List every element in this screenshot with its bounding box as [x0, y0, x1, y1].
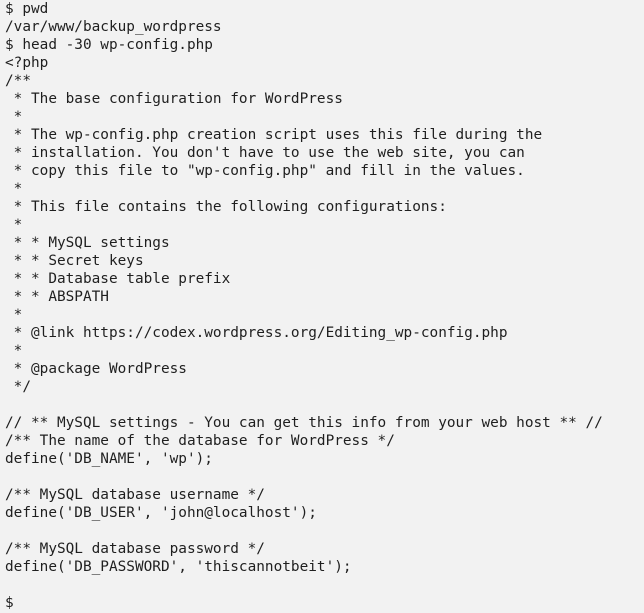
terminal-line: * — [5, 343, 23, 359]
terminal-line: * copy this file to "wp-config.php" and … — [5, 163, 525, 179]
terminal-line: * This file contains the following confi… — [5, 199, 447, 215]
terminal-prompt[interactable]: $ — [5, 594, 644, 612]
terminal-line: $ head -30 wp-config.php — [5, 37, 213, 53]
terminal-line: * — [5, 109, 23, 125]
terminal-line: $ pwd — [5, 1, 49, 17]
terminal-line: /** MySQL database username */ — [5, 487, 265, 503]
terminal-line: * * ABSPATH — [5, 289, 109, 305]
terminal-line: /** The name of the database for WordPre… — [5, 433, 395, 449]
terminal-line: * * Secret keys — [5, 253, 144, 269]
terminal-line: * — [5, 307, 23, 323]
terminal-line: * — [5, 181, 23, 197]
terminal-line: /** MySQL database password */ — [5, 541, 265, 557]
terminal-line: <?php — [5, 55, 49, 71]
terminal-line: * The wp-config.php creation script uses… — [5, 127, 543, 143]
terminal-line: * — [5, 217, 23, 233]
terminal-line: * The base configuration for WordPress — [5, 91, 343, 107]
terminal-line: * * MySQL settings — [5, 235, 170, 251]
terminal-line: /** — [5, 73, 31, 89]
terminal-line: * @link https://codex.wordpress.org/Edit… — [5, 325, 508, 341]
terminal-window[interactable]: $ pwd /var/www/backup_wordpress $ head -… — [0, 0, 644, 613]
terminal-line: /var/www/backup_wordpress — [5, 19, 222, 35]
terminal-line: */ — [5, 379, 31, 395]
terminal-line: * * Database table prefix — [5, 271, 231, 287]
terminal-line: * installation. You don't have to use th… — [5, 145, 525, 161]
terminal-line: define('DB_USER', 'john@localhost'); — [5, 505, 317, 521]
terminal-line: // ** MySQL settings - You can get this … — [5, 415, 603, 431]
terminal-line: define('DB_PASSWORD', 'thiscannotbeit'); — [5, 559, 352, 575]
terminal-line: define('DB_NAME', 'wp'); — [5, 451, 213, 467]
terminal-line: * @package WordPress — [5, 361, 187, 377]
